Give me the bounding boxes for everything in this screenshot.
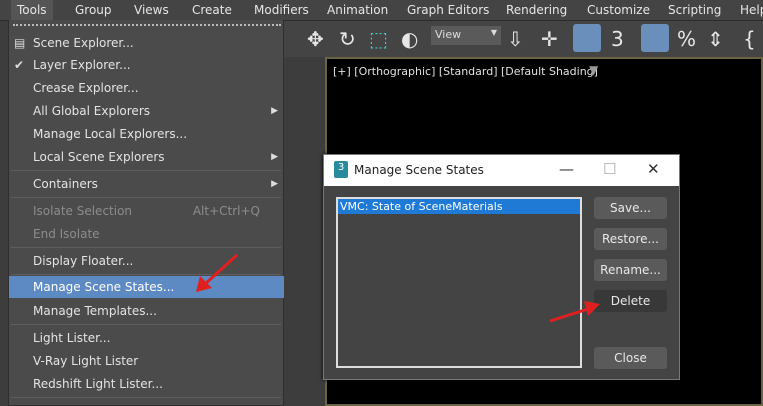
red-arrow-icon: [196, 253, 239, 292]
red-arrow-icon: [549, 301, 600, 323]
annotation-arrows: [196, 253, 600, 323]
